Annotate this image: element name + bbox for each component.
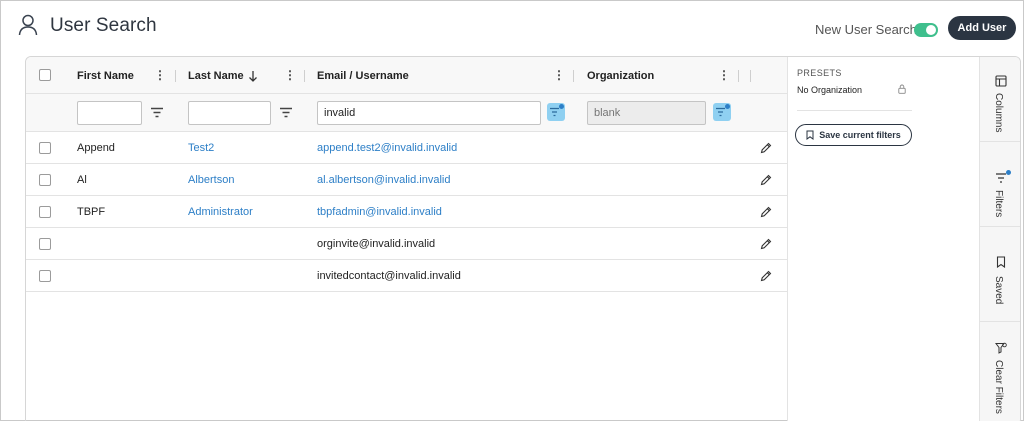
lock-icon bbox=[898, 84, 906, 94]
edit-pencil-icon[interactable] bbox=[760, 238, 772, 250]
email-column-menu-icon[interactable]: ⋮ bbox=[553, 69, 565, 83]
first-name-cell: TBPF bbox=[77, 206, 106, 218]
filter-active-dot bbox=[725, 104, 730, 109]
table-row[interactable]: Al Albertson al.albertson@invalid.invali… bbox=[26, 164, 787, 196]
last-name-column-menu-icon[interactable]: ⋮ bbox=[284, 69, 296, 83]
email-cell: invitedcontact@invalid.invalid bbox=[317, 270, 461, 282]
table-row[interactable]: orginvite@invalid.invalid bbox=[26, 228, 787, 260]
column-header-organization[interactable]: Organization bbox=[587, 57, 654, 94]
column-resize-handle[interactable] bbox=[573, 70, 574, 82]
tab-columns[interactable]: Columns bbox=[980, 57, 1020, 142]
new-user-search-label: New User Search bbox=[815, 22, 917, 37]
sort-descending-icon[interactable] bbox=[248, 70, 258, 82]
email-filter-input[interactable] bbox=[317, 101, 541, 125]
bookmark-icon bbox=[806, 130, 814, 140]
tab-saved[interactable]: Saved bbox=[980, 227, 1020, 322]
bookmark-icon bbox=[996, 256, 1006, 268]
table-row[interactable]: Append Test2 append.test2@invalid.invali… bbox=[26, 132, 787, 164]
add-user-button[interactable]: Add User bbox=[948, 16, 1016, 40]
first-name-cell: Al bbox=[77, 174, 87, 186]
column-resize-handle[interactable] bbox=[304, 70, 305, 82]
table-header-row: First Name ⋮ Last Name ⋮ Email / Usernam… bbox=[26, 57, 787, 94]
select-all-checkbox[interactable] bbox=[39, 69, 51, 81]
tab-saved-label: Saved bbox=[993, 276, 1004, 305]
email-link[interactable]: al.albertson@invalid.invalid bbox=[317, 164, 450, 196]
presets-title: PRESETS bbox=[797, 68, 842, 78]
tab-clear-filters[interactable]: Clear Filters bbox=[980, 322, 1020, 421]
new-user-search-toggle[interactable] bbox=[914, 23, 938, 37]
tab-filters-label: Filters bbox=[993, 190, 1004, 218]
tab-clear-filters-label: Clear Filters bbox=[993, 360, 1004, 414]
tab-columns-label: Columns bbox=[993, 93, 1004, 133]
organization-filter-active-icon[interactable] bbox=[713, 103, 731, 121]
preset-item[interactable]: No Organization bbox=[797, 85, 862, 95]
column-resize-handle[interactable] bbox=[750, 70, 751, 82]
clear-filter-icon bbox=[995, 342, 1007, 354]
row-checkbox[interactable] bbox=[39, 238, 51, 250]
email-cell: orginvite@invalid.invalid bbox=[317, 238, 436, 250]
user-grid: First Name ⋮ Last Name ⋮ Email / Usernam… bbox=[25, 56, 1021, 421]
row-checkbox[interactable] bbox=[39, 174, 51, 186]
last-name-filter-icon[interactable] bbox=[280, 107, 292, 118]
divider bbox=[797, 110, 912, 111]
edit-pencil-icon[interactable] bbox=[760, 206, 772, 218]
last-name-link[interactable]: Albertson bbox=[188, 164, 234, 196]
last-name-filter-input[interactable] bbox=[188, 101, 271, 125]
column-header-last-name[interactable]: Last Name bbox=[188, 57, 244, 94]
first-name-column-menu-icon[interactable]: ⋮ bbox=[154, 69, 166, 83]
last-name-link[interactable]: Test2 bbox=[188, 132, 214, 164]
save-current-filters-button[interactable]: Save current filters bbox=[795, 124, 912, 146]
email-filter-active-icon[interactable] bbox=[547, 103, 565, 121]
column-resize-handle[interactable] bbox=[738, 70, 739, 82]
results-table: First Name ⋮ Last Name ⋮ Email / Usernam… bbox=[26, 57, 787, 421]
first-name-filter-input[interactable] bbox=[77, 101, 142, 125]
filters-active-dot bbox=[1006, 170, 1011, 175]
table-row[interactable]: TBPF Administrator tbpfadmin@invalid.inv… bbox=[26, 196, 787, 228]
side-tool-panel: Columns Filters Saved Clear Filters bbox=[979, 57, 1020, 421]
row-checkbox[interactable] bbox=[39, 142, 51, 154]
tab-filters[interactable]: Filters bbox=[980, 142, 1020, 227]
row-checkbox[interactable] bbox=[39, 270, 51, 282]
page-title: User Search bbox=[50, 15, 157, 36]
first-name-filter-icon[interactable] bbox=[151, 107, 163, 118]
edit-pencil-icon[interactable] bbox=[760, 174, 772, 186]
column-header-email[interactable]: Email / Username bbox=[317, 57, 409, 94]
column-header-first-name[interactable]: First Name bbox=[77, 57, 134, 94]
email-link[interactable]: append.test2@invalid.invalid bbox=[317, 132, 457, 164]
email-link[interactable]: tbpfadmin@invalid.invalid bbox=[317, 196, 442, 228]
organization-column-menu-icon[interactable]: ⋮ bbox=[718, 69, 730, 83]
user-icon bbox=[18, 14, 38, 36]
table-row[interactable]: invitedcontact@invalid.invalid bbox=[26, 260, 787, 292]
save-current-filters-label: Save current filters bbox=[819, 130, 901, 140]
filters-icon bbox=[996, 173, 1006, 183]
edit-pencil-icon[interactable] bbox=[760, 142, 772, 154]
organization-filter-input[interactable] bbox=[587, 101, 706, 125]
presets-panel: PRESETS No Organization Save current fil… bbox=[787, 57, 979, 421]
last-name-link[interactable]: Administrator bbox=[188, 196, 253, 228]
first-name-cell: Append bbox=[77, 142, 115, 154]
edit-pencil-icon[interactable] bbox=[760, 270, 772, 282]
filter-row bbox=[26, 94, 787, 132]
row-checkbox[interactable] bbox=[39, 206, 51, 218]
toggle-knob bbox=[926, 25, 936, 35]
columns-icon bbox=[995, 75, 1007, 87]
column-resize-handle[interactable] bbox=[175, 70, 176, 82]
filter-active-dot bbox=[559, 104, 564, 109]
